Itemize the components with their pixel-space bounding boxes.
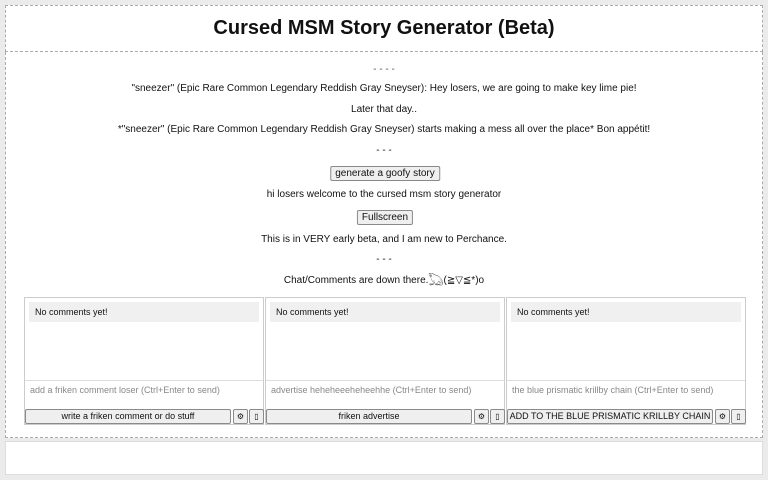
- divider: [507, 380, 745, 381]
- story-line-3: *"sneezer" (Epic Rare Common Legendary R…: [117, 124, 651, 135]
- comment-panel-3: No comments yet! the blue prismatic kril…: [506, 297, 746, 425]
- page-title: Cursed MSM Story Generator (Beta): [213, 17, 555, 39]
- settings-icon[interactable]: ⚙: [233, 409, 248, 424]
- story-divider-top: - - - -: [373, 64, 395, 75]
- menu-icon[interactable]: ▯: [731, 409, 746, 424]
- divider: [266, 380, 504, 381]
- comment-panel-2: No comments yet! advertise heheheeehehee…: [265, 297, 505, 425]
- advertise-button[interactable]: friken advertise: [266, 409, 472, 424]
- comment-feed: No comments yet!: [29, 302, 259, 322]
- beta-text: This is in VERY early beta, and I am new…: [261, 234, 507, 245]
- settings-icon[interactable]: ⚙: [715, 409, 730, 424]
- comment-feed: No comments yet!: [511, 302, 741, 322]
- menu-icon[interactable]: ▯: [249, 409, 264, 424]
- fullscreen-button[interactable]: Fullscreen: [356, 210, 414, 225]
- submit-comment-button[interactable]: write a friken comment or do stuff: [25, 409, 231, 424]
- chat-text: Chat/Comments are down there.𓆏(≧▽≦*)o: [283, 275, 485, 286]
- story-line-2: Later that day..: [351, 104, 417, 115]
- page-header: Cursed MSM Story Generator (Beta): [5, 5, 763, 52]
- story-line-1: "sneezer" (Epic Rare Common Legendary Re…: [131, 83, 637, 94]
- story-divider-bottom: - - -: [376, 145, 392, 156]
- add-to-chain-button[interactable]: ADD TO THE BLUE PRISMATIC KRILLBY CHAIN: [507, 409, 713, 424]
- comment-input[interactable]: add a friken comment loser (Ctrl+Enter t…: [30, 385, 255, 395]
- krillby-chain-input[interactable]: the blue prismatic krillby chain (Ctrl+E…: [512, 385, 737, 395]
- main-content: - - - - "sneezer" (Epic Rare Common Lege…: [5, 52, 763, 438]
- page-footer: [5, 441, 763, 475]
- comment-panel-1: No comments yet! add a friken comment lo…: [24, 297, 264, 425]
- section-divider: - - -: [376, 254, 392, 265]
- advertise-input[interactable]: advertise heheheeeheheehhe (Ctrl+Enter t…: [271, 385, 496, 395]
- settings-icon[interactable]: ⚙: [474, 409, 489, 424]
- menu-icon[interactable]: ▯: [490, 409, 505, 424]
- generate-story-button[interactable]: generate a goofy story: [330, 166, 440, 181]
- comment-feed: No comments yet!: [270, 302, 500, 322]
- divider: [25, 380, 263, 381]
- welcome-text: hi losers welcome to the cursed msm stor…: [266, 189, 502, 200]
